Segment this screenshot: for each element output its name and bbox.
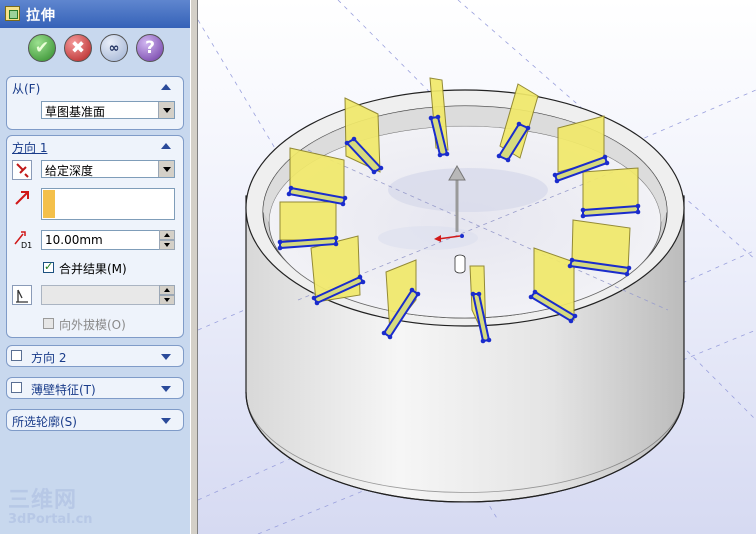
selection-color-swatch [43, 190, 55, 218]
draft-angle-input[interactable] [41, 285, 175, 305]
collapse-chevron-icon[interactable] [161, 84, 171, 90]
model-scene [198, 0, 756, 534]
dropdown-arrow-icon[interactable] [158, 161, 174, 177]
thin-feature-label: 薄壁特征(T) [31, 383, 96, 397]
depth-up-button[interactable] [159, 230, 175, 240]
depth-icon-box: D1 [12, 229, 32, 250]
ok-button[interactable]: ✔ [28, 34, 56, 62]
direction2-group[interactable]: 方向 2 [6, 345, 184, 367]
expand-chevron-icon[interactable] [161, 386, 171, 392]
end-condition-value: 给定深度 [45, 164, 94, 178]
merge-result-label: 合并结果(M) [59, 262, 127, 276]
direction-vector-icon-box [12, 188, 32, 208]
depth-input[interactable]: 10.00mm [41, 230, 175, 250]
from-group: 从(F) 草图基准面 [6, 76, 184, 130]
panel-splitter[interactable] [190, 0, 198, 534]
thin-feature-checkbox[interactable] [11, 382, 22, 393]
watermark-cn: 三维网 [8, 488, 78, 513]
merge-result-checkbox[interactable] [43, 260, 54, 273]
detailed-preview-button[interactable]: ∞ [100, 34, 128, 62]
thin-feature-group[interactable]: 薄壁特征(T) [6, 377, 184, 399]
cancel-button[interactable]: ✖ [64, 34, 92, 62]
property-manager-panel: 拉伸 ✔ ✖ ∞ ? 从(F) 草图基准面 方向 1 给定深度 D1 10.00… [0, 0, 191, 534]
direction2-label: 方向 2 [31, 351, 67, 365]
watermark-en: 3dPortal.cn [8, 512, 93, 527]
draft-toggle-button[interactable] [12, 285, 32, 305]
selected-contours-group[interactable]: 所选轮廓(S) [6, 409, 184, 431]
draft-outward-checkbox[interactable] [43, 318, 54, 329]
direction-arrow-icon [15, 191, 29, 205]
watermark-logo: 三维网 3dPortal.cn [8, 482, 93, 527]
depth-down-button[interactable] [159, 240, 175, 250]
glasses-icon: ∞ [108, 40, 120, 56]
draft-up-button[interactable] [159, 285, 175, 295]
direction1-label: 方向 1 [12, 141, 48, 155]
direction2-checkbox[interactable] [11, 350, 22, 361]
panel-title: 拉伸 [26, 8, 56, 24]
selected-contours-label: 所选轮廓(S) [12, 415, 77, 429]
draft-icon [16, 289, 28, 303]
from-select[interactable]: 草图基准面 [41, 101, 175, 119]
direction-vector-selection-box[interactable] [41, 188, 175, 220]
expand-chevron-icon[interactable] [161, 354, 171, 360]
cylinder-model[interactable] [245, 89, 685, 503]
depth-icon: D1 [14, 231, 32, 250]
end-condition-select[interactable]: 给定深度 [41, 160, 175, 178]
collapse-chevron-icon[interactable] [161, 143, 171, 149]
help-button[interactable]: ? [136, 34, 164, 62]
from-select-value: 草图基准面 [45, 105, 106, 119]
close-icon: ✖ [70, 38, 86, 58]
direction1-group-header[interactable]: 方向 1 [7, 136, 183, 156]
depth-value: 10.00mm [45, 233, 103, 247]
help-icon: ? [145, 38, 155, 58]
direction1-group: 方向 1 给定深度 D1 10.00mm 合并结果(M) [6, 135, 184, 338]
draft-down-button[interactable] [159, 295, 175, 305]
dropdown-arrow-icon[interactable] [158, 102, 174, 118]
extrude-feature-icon [5, 6, 20, 21]
from-group-header[interactable]: 从(F) [7, 77, 183, 97]
action-bar: ✔ ✖ ∞ ? [0, 30, 190, 70]
from-group-label: 从(F) [12, 82, 41, 96]
svg-text:D1: D1 [21, 241, 32, 249]
reverse-direction-button[interactable] [12, 160, 32, 180]
graphics-viewport[interactable] [198, 0, 756, 534]
draft-outward-label: 向外拔模(O) [59, 318, 126, 332]
check-icon: ✔ [34, 38, 50, 58]
expand-chevron-icon[interactable] [161, 418, 171, 424]
reverse-direction-icon [16, 163, 29, 178]
title-bar: 拉伸 [0, 0, 190, 28]
